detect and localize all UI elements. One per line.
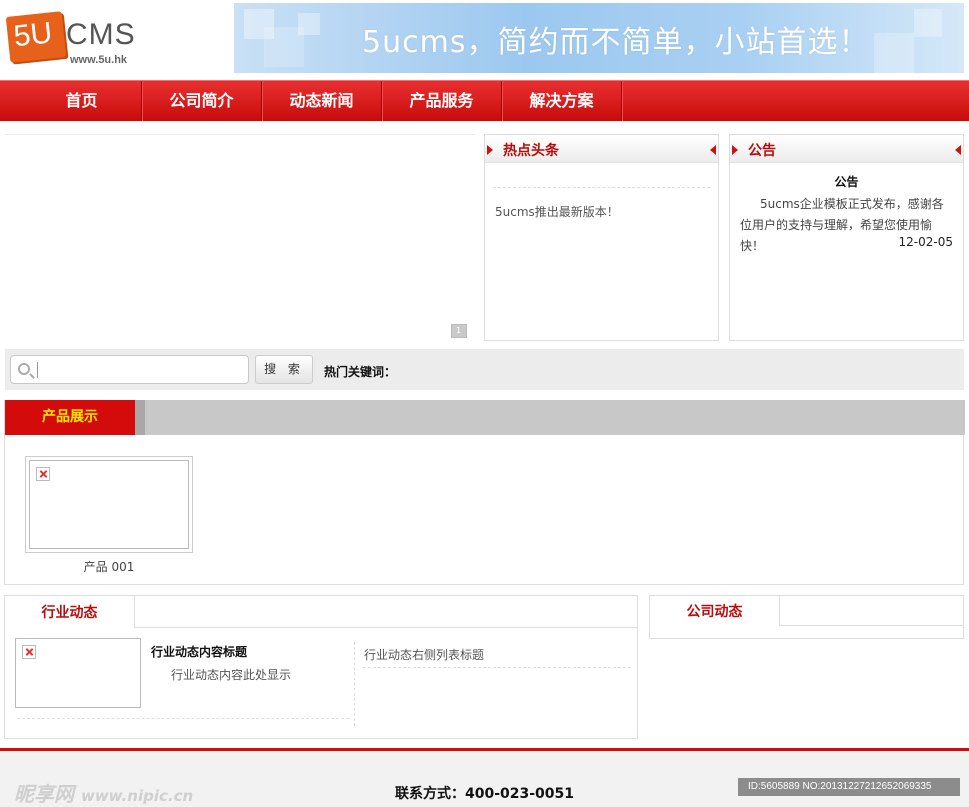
broken-image-icon: [22, 645, 36, 659]
nav-item-solutions[interactable]: 解决方案: [502, 81, 622, 121]
logo-url: www.5u.hk: [70, 54, 128, 66]
logo-text: CMS: [66, 18, 136, 51]
panel-header: 热点头条: [485, 135, 718, 163]
search-icon: [18, 363, 30, 375]
divider: [493, 187, 710, 188]
text-cursor: [37, 362, 38, 378]
arrow-left-icon: [955, 145, 961, 155]
main-nav: 首页 公司简介 动态新闻 产品服务 解决方案: [0, 80, 969, 121]
search-button[interactable]: 搜 索: [255, 355, 313, 384]
featured-news-title[interactable]: 行业动态内容标题: [151, 643, 247, 660]
image-id-label: ID:5605889 NO:20131227212652069335: [738, 778, 960, 796]
slideshow: 1: [5, 134, 475, 340]
site-logo[interactable]: 5U CMS www.5u.hk: [5, 10, 148, 70]
nav-item-home[interactable]: 首页: [22, 81, 142, 121]
nav-item-news[interactable]: 动态新闻: [262, 81, 382, 121]
notice-title: 公告: [748, 143, 776, 159]
footer: 昵享网 www.nipic.cn 联系方式：400-023-0051 ID:56…: [0, 751, 969, 807]
search-bar: 搜 索 热门关键词：: [5, 349, 964, 390]
nav-item-products[interactable]: 产品服务: [382, 81, 502, 121]
notice-heading: 公告: [834, 175, 859, 189]
broken-image-icon: [36, 467, 50, 481]
company-news-panel: 公司动态: [649, 595, 964, 639]
notice-panel: 公告 公告 5ucms企业模板正式发布，感谢各位用户的支持与理解，希望您使用愉快…: [729, 134, 964, 341]
product-header: 产品展示: [5, 400, 965, 435]
product-thumbnail[interactable]: [25, 456, 193, 553]
divider: [17, 718, 349, 719]
banner-slogan: 5ucms，简约而不简单，小站首选！: [362, 25, 870, 60]
product-name[interactable]: 产品 001: [25, 558, 193, 575]
arrow-right-icon: [487, 145, 493, 155]
hot-keywords-label: 热门关键词：: [324, 365, 397, 379]
slide-indicator[interactable]: 1: [451, 324, 467, 338]
divider: [363, 667, 631, 668]
news-thumbnail[interactable]: [15, 638, 141, 708]
notice-date: 12-02-05: [898, 235, 953, 249]
industry-news-tab[interactable]: 行业动态: [5, 596, 135, 628]
hot-headlines-panel: 热点头条 5ucms推出最新版本！: [484, 134, 719, 341]
panel-header: 行业动态: [5, 596, 637, 628]
panel-header: 公司动态: [650, 596, 963, 626]
panel-header: 公告: [730, 135, 963, 163]
industry-news-panel: 行业动态 行业动态内容标题 行业动态内容此处显示 行业动态右侧列表标题: [4, 595, 638, 739]
hot-headlines-title: 热点头条: [503, 143, 559, 159]
featured-news-desc: 行业动态内容此处显示: [171, 668, 292, 682]
search-input[interactable]: [10, 355, 249, 384]
nav-item-about[interactable]: 公司简介: [142, 81, 262, 121]
header: 5U CMS www.5u.hk 5ucms，简约而不简单，小站首选！: [0, 0, 969, 80]
divider: [354, 642, 355, 726]
news-list-item[interactable]: 行业动态右侧列表标题: [364, 646, 484, 663]
company-news-tab[interactable]: 公司动态: [650, 596, 780, 626]
hot-headline-link[interactable]: 5ucms推出最新版本！: [495, 203, 619, 220]
arrow-left-icon: [710, 145, 716, 155]
header-banner: 5ucms，简约而不简单，小站首选！: [234, 3, 964, 73]
logo-mark: 5U: [5, 11, 67, 63]
product-showcase: 产品展示 产品 001: [4, 400, 965, 585]
arrow-right-icon: [732, 145, 738, 155]
product-tab[interactable]: 产品展示: [5, 400, 135, 435]
